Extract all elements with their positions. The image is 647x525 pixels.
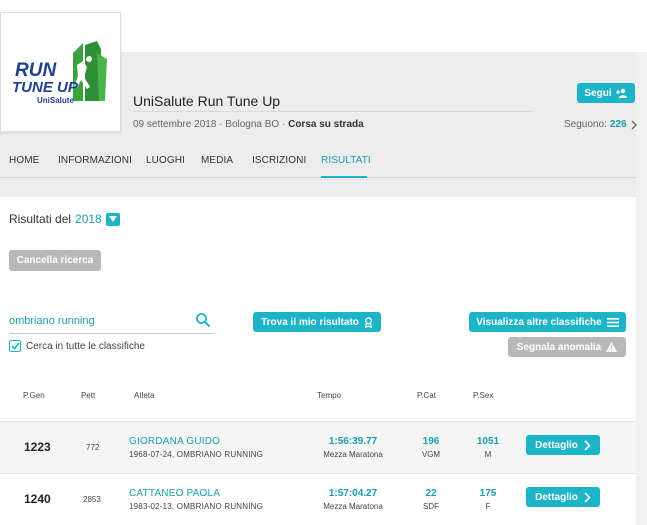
row-category: VGM	[421, 450, 441, 459]
other-rankings-button[interactable]: Visualizza altre classifiche	[469, 312, 626, 332]
row-race: Mezza Maratona	[323, 502, 383, 511]
event-title: UniSalute Run Tune Up	[133, 93, 281, 109]
search-input[interactable]	[9, 315, 189, 327]
search-field	[9, 310, 214, 334]
scrollbar[interactable]	[636, 0, 647, 525]
tab-media[interactable]: MEDIA	[201, 155, 233, 166]
row-race: Mezza Maratona	[323, 450, 383, 459]
event-meta: 09 settembre 2018 · Bologna BO · Corsa s…	[133, 119, 364, 130]
row-position: 1240	[24, 492, 51, 506]
chevron-right-icon	[584, 439, 591, 451]
detail-label: Dettaglio	[535, 491, 578, 503]
year-dropdown-button[interactable]	[105, 212, 120, 226]
search-icon[interactable]	[195, 312, 211, 328]
medal-icon	[364, 316, 373, 328]
tab-luoghi[interactable]: LUOGHI	[146, 155, 185, 166]
cancel-search-button[interactable]: Cancella ricerca	[9, 250, 101, 271]
followers[interactable]: Seguono: 226	[564, 119, 638, 130]
logo-tuneup-text: TUNE UP	[12, 79, 79, 96]
tab-home[interactable]: HOME	[9, 155, 39, 166]
event-logo: RUN TUNE UP UniSalute	[0, 12, 121, 132]
row-psex: 175	[479, 488, 497, 499]
results-panel: Risultati del 2018 Cancella ricerca Cerc…	[0, 197, 636, 525]
event-type: Corsa su strada	[288, 119, 364, 130]
followers-label: Seguono:	[564, 119, 607, 130]
col-header-tempo: Tempo	[317, 391, 342, 400]
detail-label: Dettaglio	[535, 439, 578, 451]
results-heading: Risultati del 2018	[9, 212, 120, 226]
row-divider	[0, 473, 636, 474]
follow-button[interactable]: Segui	[577, 83, 635, 103]
other-rankings-label: Visualizza altre classifiche	[476, 316, 602, 328]
row-athlete-info: 1983-02-13, OMBRIANO RUNNING	[129, 502, 264, 511]
search-all-checkbox[interactable]	[9, 340, 21, 352]
active-tab-indicator	[321, 176, 367, 178]
follow-label: Segui	[584, 87, 612, 99]
checkmark-icon	[10, 342, 20, 350]
followers-count: 226	[609, 119, 627, 130]
results-heading-label: Risultati del	[9, 212, 72, 226]
row-time: 1:56:39.77	[328, 436, 378, 447]
caret-down-icon	[108, 216, 117, 222]
add-person-icon	[615, 88, 627, 98]
col-header-pcat: P.Cat	[417, 391, 436, 400]
event-date-location: 09 settembre 2018 · Bologna BO ·	[133, 119, 289, 130]
search-all-label: Cerca in tutte le classifiche	[26, 340, 145, 352]
row-psex: 1051	[476, 436, 500, 447]
run-tune-up-logo: RUN TUNE UP UniSalute	[12, 41, 107, 105]
col-header-pgen: P.Gen	[23, 391, 45, 400]
chevron-right-icon	[584, 491, 591, 503]
col-header-psex: P.Sex	[473, 391, 494, 400]
col-header-pett: Pett	[81, 391, 96, 400]
report-anomaly-button[interactable]: Segnala anomalia	[508, 337, 626, 357]
tab-risultati[interactable]: RISULTATI	[321, 155, 371, 166]
warning-icon	[606, 342, 618, 352]
detail-button[interactable]: Dettaglio	[526, 487, 600, 507]
find-my-result-label: Trova il mio risultato	[261, 316, 359, 328]
logo-run-text: RUN	[15, 60, 57, 81]
tab-informazioni[interactable]: INFORMAZIONI	[58, 155, 132, 166]
detail-button[interactable]: Dettaglio	[526, 435, 600, 455]
row-athlete-name[interactable]: GIORDANA GUIDO	[129, 436, 220, 447]
row-category: SDF	[423, 502, 439, 511]
chevron-right-icon	[631, 120, 637, 129]
event-nav: HOME INFORMAZIONI LUOGHI MEDIA ISCRIZION…	[0, 144, 636, 178]
search-all-option[interactable]: Cerca in tutte le classifiche	[9, 340, 145, 352]
row-bib: 772	[86, 443, 100, 452]
row-position: 1223	[24, 440, 51, 454]
row-time: 1:57:04.27	[328, 488, 378, 499]
title-divider	[133, 111, 533, 112]
logo-sponsor-text: UniSalute	[37, 96, 74, 105]
tab-iscrizioni[interactable]: ISCRIZIONI	[252, 155, 306, 166]
find-my-result-button[interactable]: Trova il mio risultato	[253, 312, 381, 332]
row-bib: 2853	[83, 495, 101, 504]
col-header-atleta: Atleta	[134, 391, 155, 400]
results-year-value[interactable]: 2018	[75, 212, 102, 226]
row-pcat: 22	[425, 488, 437, 499]
row-athlete-name[interactable]: CATTANEO PAOLA	[129, 488, 220, 499]
row-athlete-info: 1968-07-24, OMBRIANO RUNNING	[129, 450, 264, 459]
row-sex: F	[485, 502, 491, 511]
scrollbar-thumb[interactable]	[636, 0, 647, 52]
row-pcat: 196	[422, 436, 440, 447]
report-anomaly-label: Segnala anomalia	[516, 341, 602, 353]
row-sex: M	[484, 450, 492, 459]
menu-icon	[606, 317, 619, 327]
